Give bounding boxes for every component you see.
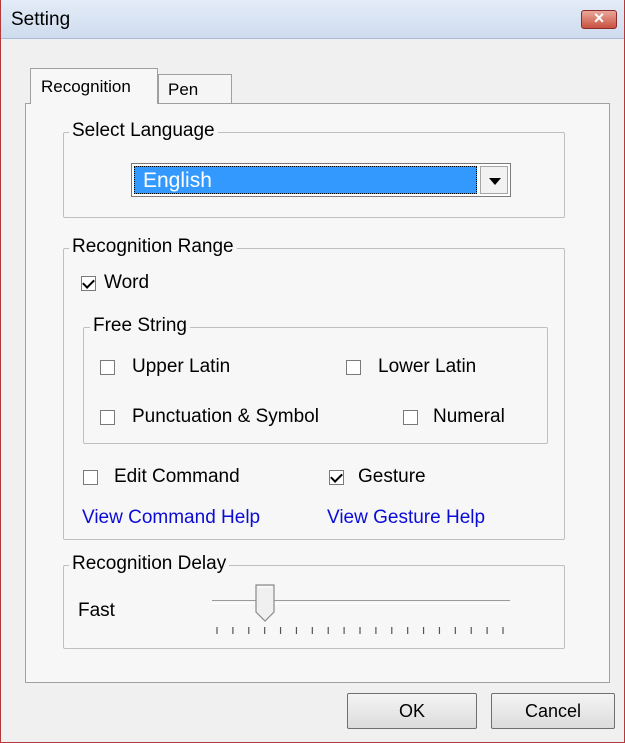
view-gesture-help-link[interactable]: View Gesture Help [327,507,485,529]
recognition-delay-group: Recognition Delay [63,553,565,649]
settings-dialog: Setting × Recognition Pen Select Languag… [0,0,625,743]
language-select[interactable]: English [131,163,511,197]
gesture-checkbox[interactable] [329,470,344,485]
numeral-label: Numeral [433,406,505,427]
edit-command-checkbox[interactable] [83,470,98,485]
upper-latin-checkbox[interactable] [100,360,115,375]
gesture-label: Gesture [358,466,426,487]
ok-button[interactable]: OK [347,693,477,729]
tab-recognition[interactable]: Recognition [30,68,158,104]
numeral-checkbox[interactable] [403,410,418,425]
view-command-help-link[interactable]: View Command Help [82,507,260,529]
language-select-value: English [134,166,477,194]
close-icon: × [593,8,605,28]
title-bar: Setting × [1,0,624,39]
tab-pen[interactable]: Pen [158,74,232,104]
free-string-group-label: Free String [90,315,190,337]
word-label: Word [104,272,150,293]
delay-slider-ticks [216,627,504,634]
upper-latin-label: Upper Latin [132,356,231,377]
cancel-button[interactable]: Cancel [491,693,615,729]
word-checkbox[interactable] [81,276,96,291]
lower-latin-label: Lower Latin [378,356,477,377]
window-title: Setting [11,9,71,30]
chevron-down-icon[interactable] [480,166,508,194]
tab-recognition-label: Recognition [41,77,131,96]
tab-pen-label: Pen [168,80,199,99]
edit-command-label: Edit Command [114,466,240,487]
recognition-delay-group-label: Recognition Delay [69,553,230,575]
recognition-range-group-label: Recognition Range [69,236,237,258]
delay-slider-thumb[interactable] [255,584,275,622]
select-language-group-label: Select Language [69,120,218,142]
delay-fast-label: Fast [78,600,115,621]
punctuation-checkbox[interactable] [100,410,115,425]
lower-latin-checkbox[interactable] [346,360,361,375]
punctuation-label: Punctuation & Symbol [132,406,319,427]
close-button[interactable]: × [581,8,617,29]
